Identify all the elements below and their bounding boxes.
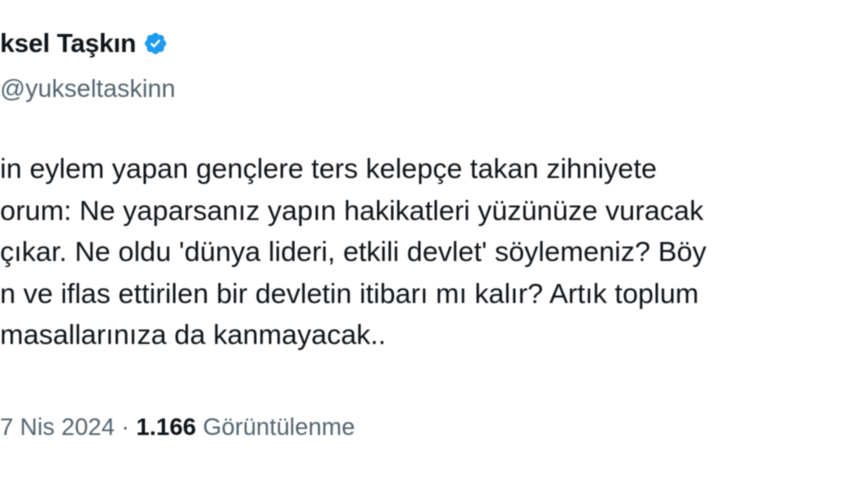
tweet-line: çıkar. Ne oldu 'dünya lideri, etkili dev… [0, 236, 707, 267]
tweet-meta-row: 7 Nis 2024 · 1.166 Görüntülenme [0, 414, 355, 442]
verified-badge-icon [144, 32, 167, 54]
tweet-line: n ve iflas ettirilen bir devletin itibar… [0, 277, 699, 309]
tweet-line: in eylem yapan gençlere ters kelepçe tak… [0, 153, 657, 184]
author-display-name[interactable]: ksel Taşkın [0, 28, 136, 59]
author-handle[interactable]: @yukseltaskinn [0, 75, 175, 104]
author-handle-text: yukseltaskinn [25, 75, 176, 103]
tweet-line: orum: Ne yaparsanız yapın hakikatleri yü… [0, 194, 704, 226]
tweet-text: in eylem yapan gençlere ters kelepçe tak… [0, 148, 850, 356]
author-row: ksel Taşkın [0, 26, 168, 60]
tweet-line: masallarınıza da kanmayacak.. [0, 319, 386, 350]
tweet-date[interactable]: 7 Nis 2024 [0, 414, 115, 441]
meta-separator: · [121, 414, 130, 441]
views-count: 1.166 [136, 414, 197, 441]
views-label: Görüntülenme [202, 414, 355, 441]
